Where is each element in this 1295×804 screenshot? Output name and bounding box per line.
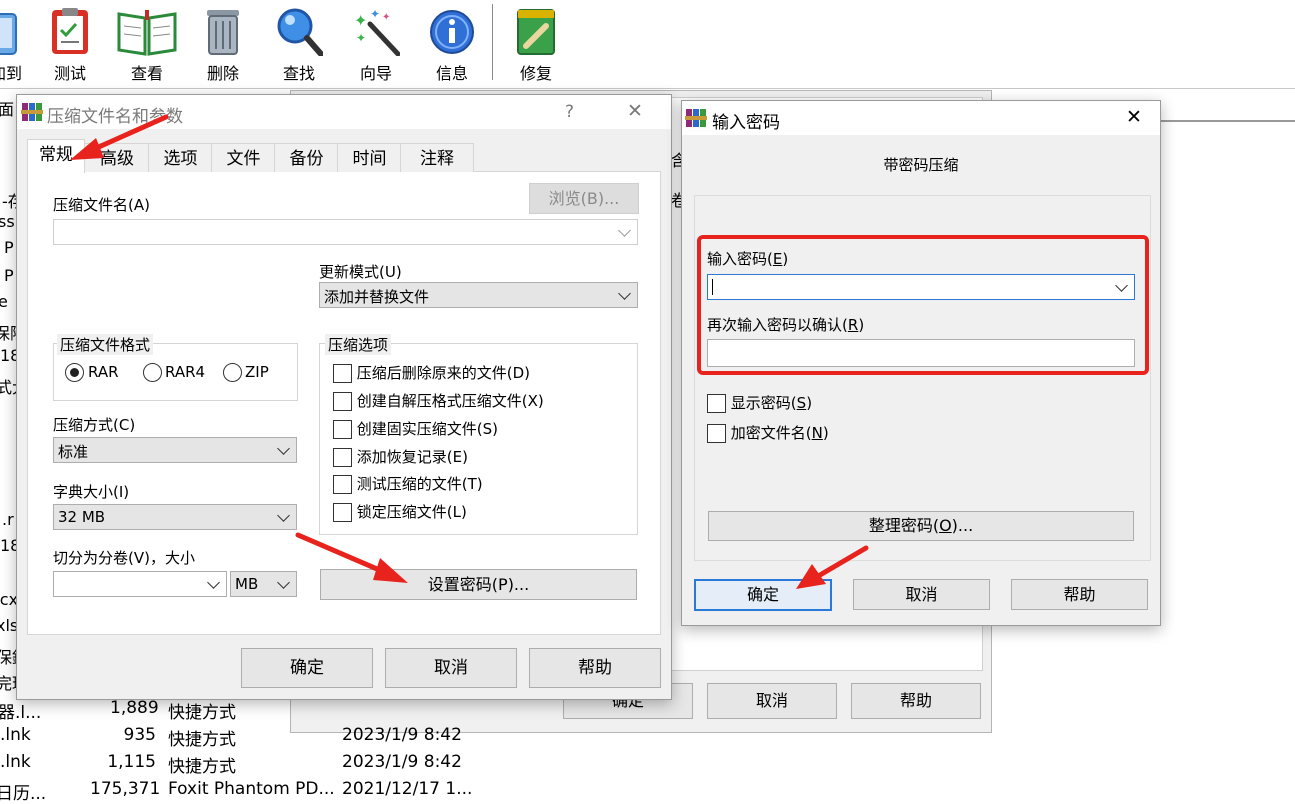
annotation-arrow-tab	[70, 114, 169, 160]
annotation-arrow-ok	[796, 545, 869, 589]
annotation-arrow-set-password	[295, 532, 408, 583]
annotation-arrows	[70, 114, 869, 589]
